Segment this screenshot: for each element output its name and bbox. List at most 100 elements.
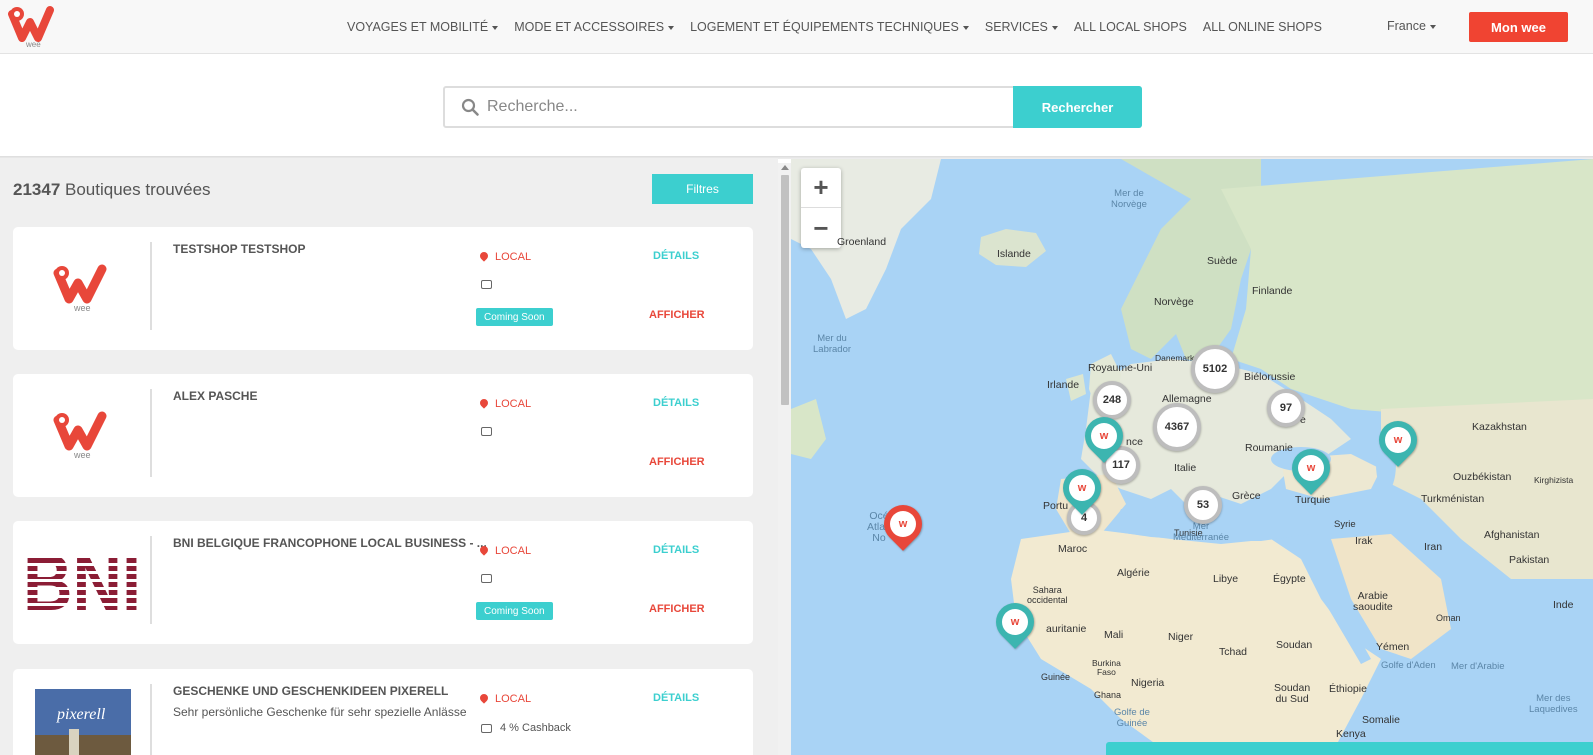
details-link[interactable]: DÉTAILS [653,692,699,704]
filters-button[interactable]: Filtres [652,174,753,204]
details-link[interactable]: DÉTAILS [653,250,699,262]
coins-icon [481,574,492,583]
map-label: Syrie [1334,519,1356,530]
map-label: Guinée [1041,672,1071,682]
nav-all-local-shops[interactable]: ALL LOCAL SHOPS [1074,20,1187,34]
map-label: Norvège [1154,296,1194,308]
map-label: Algérie [1117,567,1150,579]
coins-icon [481,280,492,289]
map-label: Niger [1168,631,1194,643]
nav-logement[interactable]: LOGEMENT ET ÉQUIPEMENTS TECHNIQUES [690,20,969,34]
scroll-up-icon[interactable] [781,165,789,170]
shop-name[interactable]: GESCHENKE UND GESCHENKIDEEN PIXERELL [173,684,448,698]
coins-icon [481,427,492,436]
cashback-info [481,574,500,583]
map-label: Soudan [1276,639,1313,651]
shop-name[interactable]: BNI BELGIQUE FRANCOPHONE LOCAL BUSINESS … [173,536,487,550]
map-view[interactable]: + − Groenland Islande Suède Finlande Nor… [791,159,1593,755]
shop-card: wee ALEX PASCHE LOCAL DÉTAILS AFFICHER [13,374,753,497]
map-label: Irak [1355,535,1373,547]
shop-card: wee TESTSHOP TESTSHOP LOCAL Coming Soon … [13,227,753,350]
results-scrollbar[interactable] [778,163,791,755]
separator [150,389,152,477]
search-icon [461,98,479,116]
chevron-down-icon [962,25,969,30]
afficher-link[interactable]: AFFICHER [649,309,705,321]
shop-type: LOCAL [478,692,531,705]
location-pin-icon [478,397,490,409]
chevron-down-icon [668,25,675,30]
map-label: Éthiopie [1329,683,1367,695]
nav-services[interactable]: SERVICES [985,20,1058,34]
top-navbar: wee VOYAGES ET MOBILITÉ MODE ET ACCESSOI… [0,0,1593,54]
map-label: Roumanie [1245,442,1293,454]
map-cluster[interactable]: 248 [1093,381,1131,419]
map-label: Kirghizista [1534,475,1574,485]
map-label: Libye [1213,573,1239,585]
afficher-link[interactable]: AFFICHER [649,603,705,615]
map-label: Afghanistan [1484,529,1540,541]
shop-type: LOCAL [478,397,531,410]
search-button[interactable]: Rechercher [1013,86,1142,128]
details-link[interactable]: DÉTAILS [653,544,699,556]
svg-text:wee: wee [73,303,91,313]
search-input[interactable] [487,88,1007,126]
map-label: Nigeria [1131,677,1165,689]
map-label: Portu [1043,500,1069,512]
nav-mode[interactable]: MODE ET ACCESSOIRES [514,20,675,34]
shop-description: Sehr persönliche Geschenke für sehr spez… [173,705,467,719]
svg-text:BNI: BNI [23,542,141,622]
shop-card: BNI BNI BELGIQUE FRANCOPHONE LOCAL BUSIN… [13,521,753,644]
wee-marker-icon: w [1385,427,1411,453]
wee-marker-icon: w [1091,423,1117,449]
map-label: Pakistan [1509,554,1550,566]
nav-voyages[interactable]: VOYAGES ET MOBILITÉ [347,20,499,34]
wee-marker-icon: w [1002,609,1028,635]
results-count: 21347 Boutiques trouvées [13,180,211,199]
map-cluster[interactable]: 5102 [1191,345,1239,393]
location-pin-icon [478,692,490,704]
details-link[interactable]: DÉTAILS [653,397,699,409]
scroll-thumb[interactable] [781,175,789,405]
results-panel: 21347 Boutiques trouvées Filtres wee TES… [0,158,778,755]
separator [150,536,152,624]
map-label: Irlande [1047,379,1080,391]
map-label: Islande [997,248,1031,260]
map-label: Mali [1104,629,1124,641]
location-pin-icon [478,544,490,556]
coins-icon [481,723,492,733]
map-label: Turkménistan [1421,493,1485,505]
mon-wee-button[interactable]: Mon wee [1469,12,1568,42]
zoom-controls: + − [801,168,841,248]
map-label: Suède [1207,255,1238,267]
map-cluster[interactable]: 97 [1267,389,1305,427]
zoom-in-button[interactable]: + [801,168,841,208]
main-nav: VOYAGES ET MOBILITÉ MODE ET ACCESSOIRES … [347,0,1338,54]
map-label: Ghana [1094,690,1122,700]
country-select[interactable]: France [1387,19,1436,33]
map-cluster[interactable]: 53 [1184,486,1222,524]
cashback-info [481,280,500,289]
coming-soon-badge: Coming Soon [476,602,553,620]
separator [150,684,152,755]
cashback-info [481,427,500,436]
cashback-info: 4 % Cashback [481,722,571,734]
map-label: Royaume-Uni [1088,362,1153,374]
sea-label: Mer du Labrador [813,333,852,355]
shop-name[interactable]: ALEX PASCHE [173,389,257,403]
map-label: Groenland [837,236,887,248]
afficher-link[interactable]: AFFICHER [649,456,705,468]
wee-logo[interactable]: wee [8,4,60,49]
nav-all-online-shops[interactable]: ALL ONLINE SHOPS [1203,20,1322,34]
shop-logo: wee [23,384,143,486]
map-label: Finlande [1252,285,1293,297]
map-label: nce [1126,436,1143,448]
wee-marker-icon: w [1298,455,1324,481]
map-cluster[interactable]: 4367 [1153,403,1201,451]
map-label: Kenya [1336,728,1366,740]
logo-text: wee [25,40,41,48]
shop-name[interactable]: TESTSHOP TESTSHOP [173,242,305,256]
chevron-down-icon [1051,25,1058,30]
map-label: Oman [1436,613,1461,623]
zoom-out-button[interactable]: − [801,208,841,248]
